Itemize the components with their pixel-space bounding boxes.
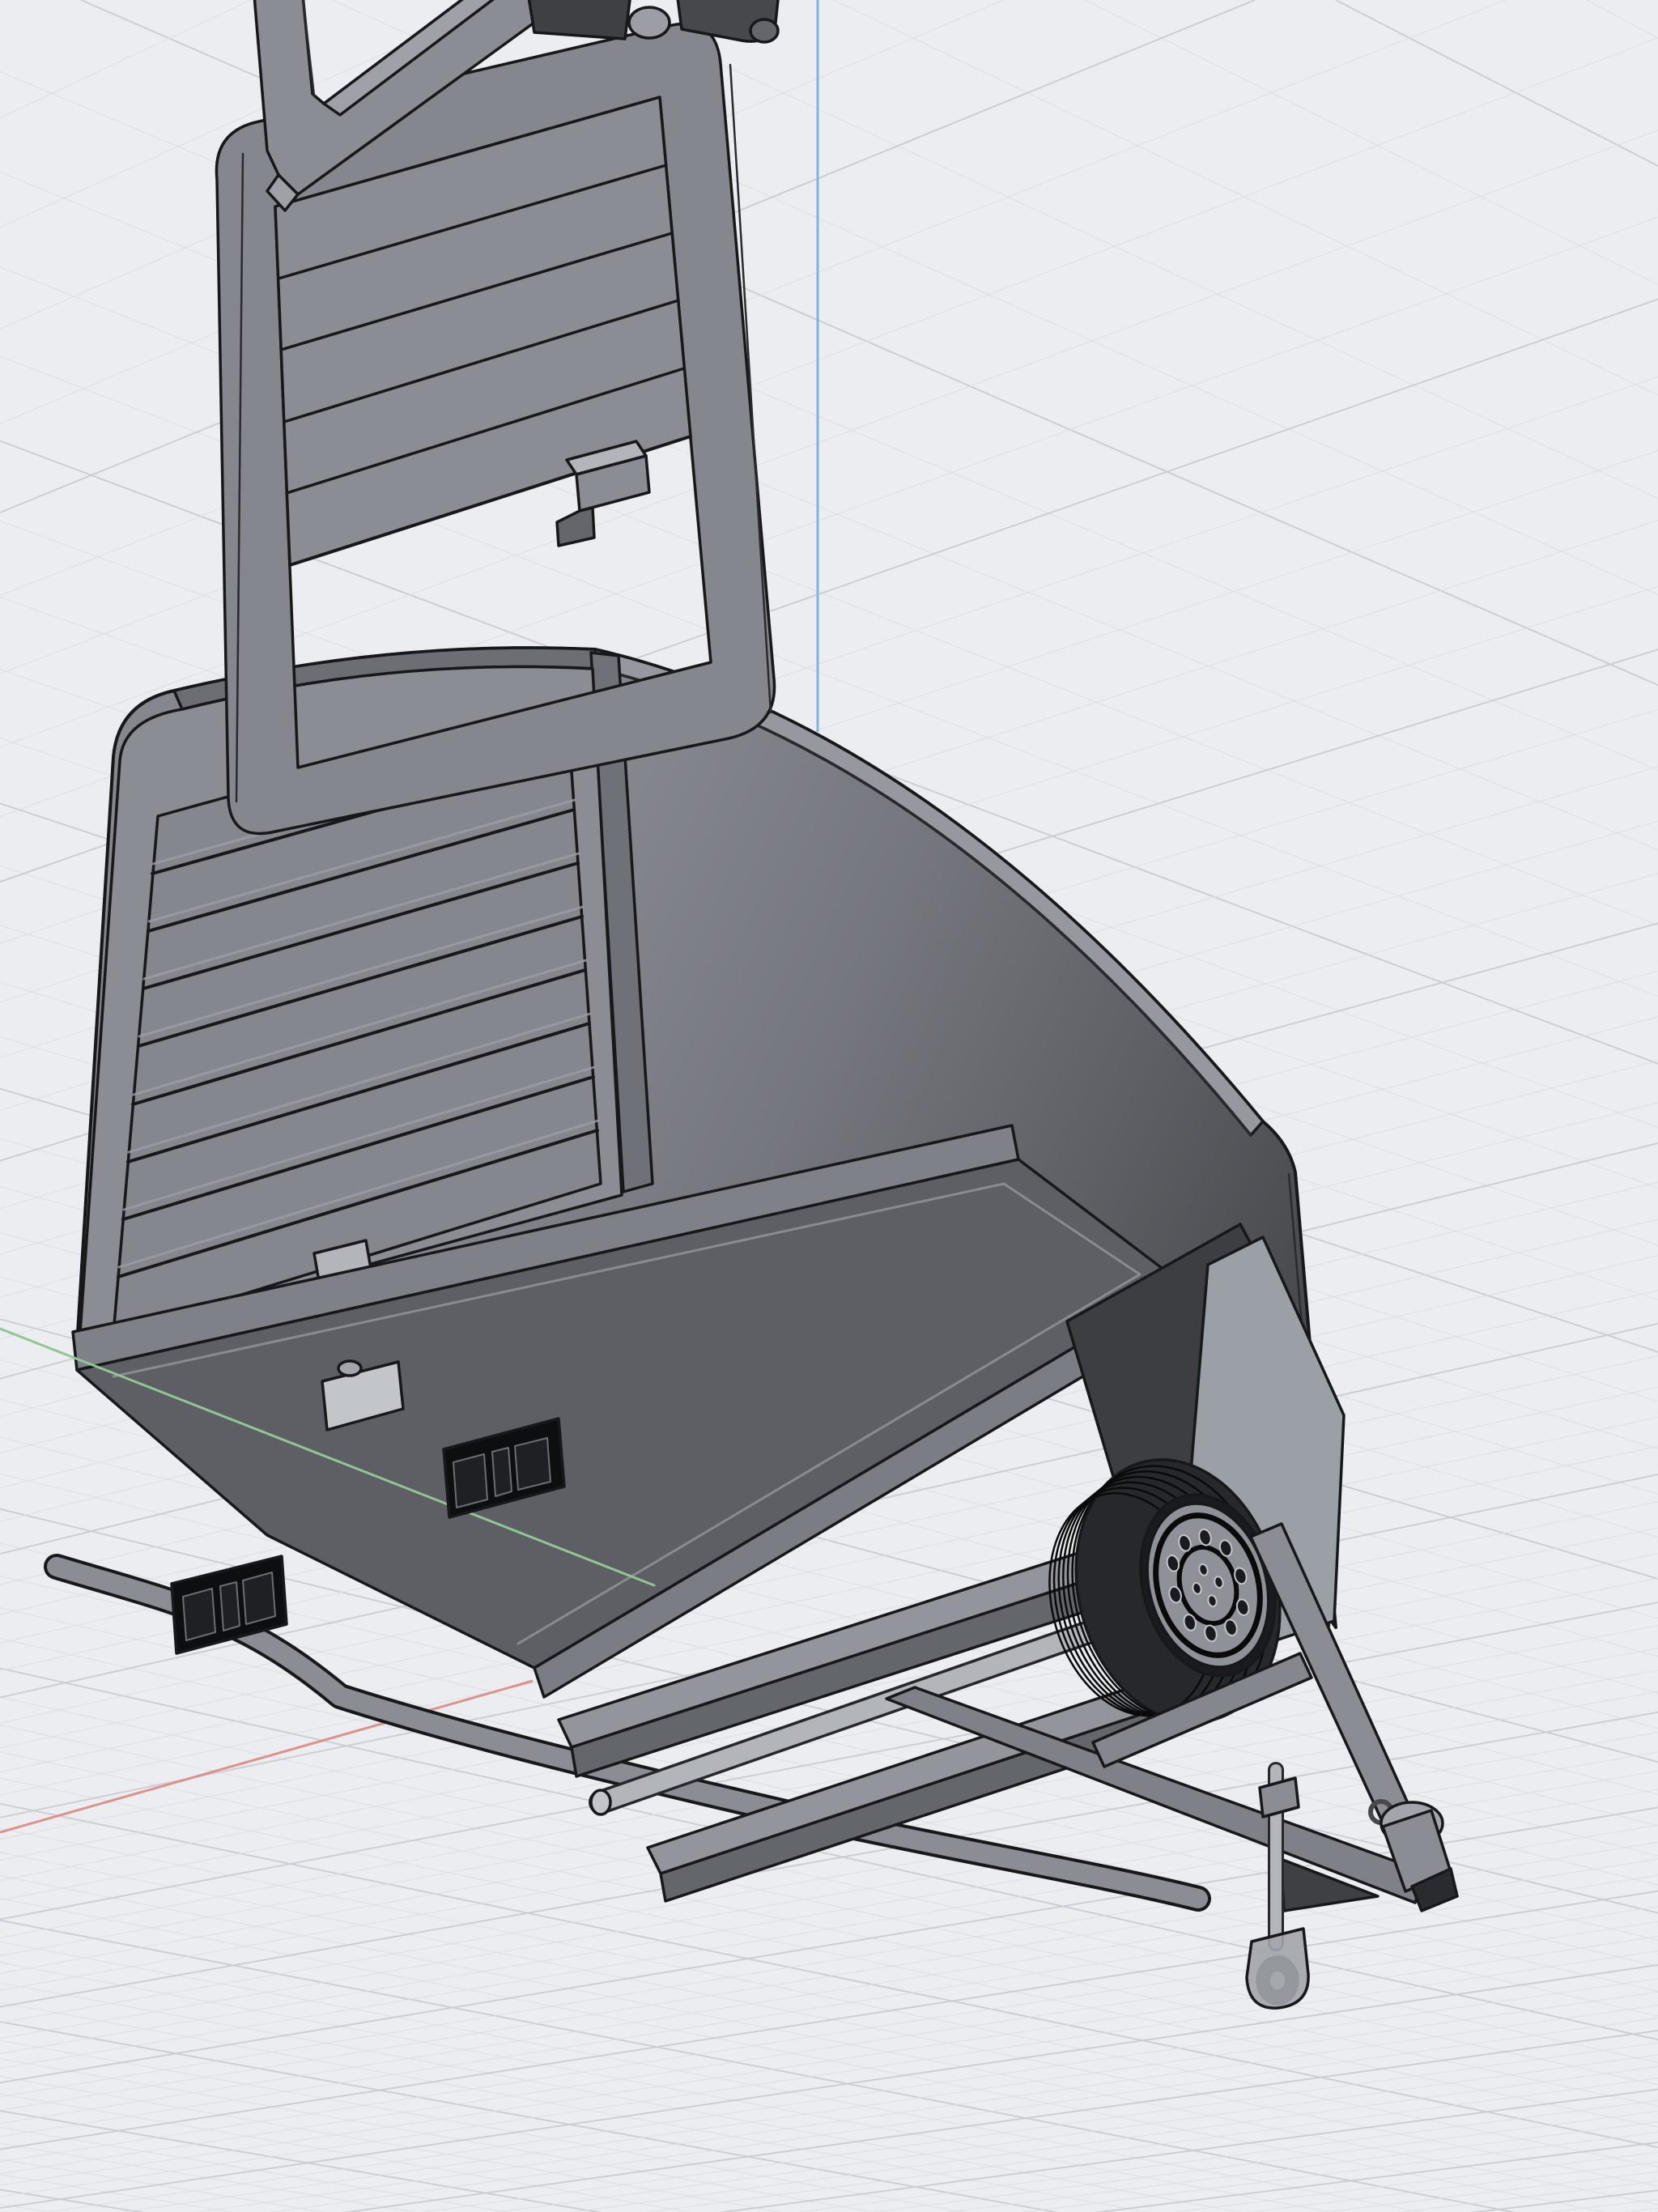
- cad-viewport[interactable]: [0, 0, 1658, 2212]
- hinge-brackets[interactable]: [527, 0, 780, 44]
- jockey-bracket: [1245, 1927, 1310, 2010]
